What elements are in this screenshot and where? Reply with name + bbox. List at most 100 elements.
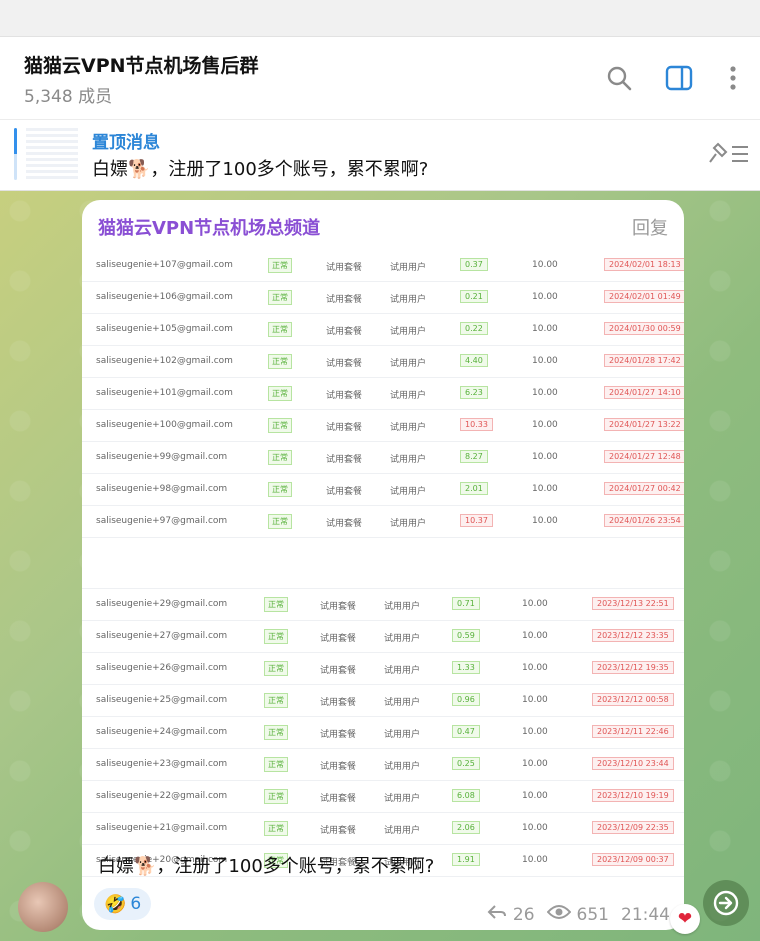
traffic-used: 6.08 [452, 789, 480, 802]
user-group: 试用用户 [390, 487, 427, 497]
status-badge: 正常 [268, 386, 292, 401]
sender-avatar[interactable] [18, 882, 68, 932]
traffic-quota: 10.00 [522, 631, 548, 641]
table-row: saliseugenie+101@gmail.com 正常 试用套餐 试用用户 6.23… [82, 378, 684, 410]
expiry-date: 2023/12/12 19:35 [592, 661, 674, 674]
expiry-date: 2024/01/27 00:42 [604, 482, 684, 495]
pinned-text: 白嫖🐕，注册了100多个账号，累不累啊? [92, 159, 429, 180]
expiry-date: 2024/02/01 01:49 [604, 290, 684, 303]
status-badge: 正常 [268, 258, 292, 273]
expiry-date: 2023/12/12 00:58 [592, 693, 674, 706]
message-meta: 26 651 21:44 [487, 904, 670, 925]
expiry-date: 2024/01/27 14:10 [604, 386, 684, 399]
chat-title[interactable]: 猫猫云VPN节点机场售后群 [24, 51, 259, 78]
user-group: 试用用户 [384, 634, 421, 644]
table-row: saliseugenie+29@gmail.com 正常 试用套餐 试用用户 0.71 1… [82, 589, 684, 621]
traffic-used: 0.96 [452, 693, 480, 706]
status-badge: 正常 [264, 693, 288, 708]
user-group: 试用用户 [384, 730, 421, 740]
expiry-date: 2023/12/11 22:46 [592, 725, 674, 738]
expiry-date: 2024/01/28 17:42 [604, 354, 684, 367]
chat-header[interactable]: 猫猫云VPN节点机场售后群 5,348 成员 [0, 37, 760, 120]
traffic-quota: 10.00 [532, 356, 558, 366]
traffic-used: 0.21 [460, 290, 488, 303]
plan-name: 试用套餐 [320, 730, 357, 740]
status-badge: 正常 [268, 482, 292, 497]
status-badge: 正常 [264, 597, 288, 612]
view-count: 651 [576, 904, 609, 925]
user-group: 试用用户 [390, 519, 427, 529]
expiry-date: 2023/12/09 00:37 [592, 853, 674, 866]
traffic-quota: 10.00 [532, 324, 558, 334]
traffic-used: 1.33 [452, 661, 480, 674]
traffic-quota: 10.00 [532, 260, 558, 270]
screenshot-image[interactable]: saliseugenie+107@gmail.com 正常 试用套餐 试用用户 0.37… [82, 250, 684, 877]
status-badge: 正常 [268, 418, 292, 433]
member-count: 5,348 成员 [24, 87, 113, 107]
plan-name: 试用套餐 [326, 455, 363, 465]
plan-name: 试用套餐 [326, 359, 363, 369]
heart-reaction-icon[interactable]: ❤ [670, 904, 700, 934]
account-email: saliseugenie+23@gmail.com [96, 759, 228, 769]
plan-name: 试用套餐 [320, 602, 357, 612]
traffic-quota: 10.00 [522, 663, 548, 673]
account-email: saliseugenie+25@gmail.com [96, 695, 228, 705]
user-group: 试用用户 [390, 423, 427, 433]
status-badge: 正常 [268, 354, 292, 369]
account-email: saliseugenie+21@gmail.com [96, 823, 228, 833]
reaction-count: 6 [130, 894, 142, 914]
plan-name: 试用套餐 [320, 826, 357, 836]
traffic-used: 8.27 [460, 450, 488, 463]
expiry-date: 2024/02/01 18:13 [604, 258, 684, 271]
plan-name: 试用套餐 [326, 423, 363, 433]
status-badge: 正常 [268, 450, 292, 465]
message-bubble[interactable]: 猫猫云VPN节点机场总频道 回复 saliseugenie+107@gmail.… [82, 200, 684, 930]
account-email: saliseugenie+24@gmail.com [96, 727, 228, 737]
account-email: saliseugenie+29@gmail.com [96, 599, 228, 609]
traffic-used: 0.25 [452, 757, 480, 770]
forward-arrow-icon[interactable] [703, 880, 749, 926]
traffic-used: 1.91 [452, 853, 480, 866]
user-group: 试用用户 [390, 391, 427, 401]
account-email: saliseugenie+100@gmail.com [96, 420, 233, 430]
expiry-date: 2024/01/27 13:22 [604, 418, 684, 431]
user-group: 试用用户 [384, 698, 421, 708]
plan-name: 试用套餐 [320, 762, 357, 772]
traffic-quota: 10.00 [532, 420, 558, 430]
pin-list-icon[interactable] [708, 140, 750, 172]
traffic-quota: 10.00 [522, 791, 548, 801]
table-row: saliseugenie+27@gmail.com 正常 试用套餐 试用用户 0.59 1… [82, 621, 684, 653]
plan-name: 试用套餐 [326, 519, 363, 529]
traffic-used: 4.40 [460, 354, 488, 367]
account-email: saliseugenie+97@gmail.com [96, 516, 228, 526]
status-badge: 正常 [264, 629, 288, 644]
expiry-date: 2023/12/10 19:19 [592, 789, 674, 802]
expiry-date: 2023/12/10 23:44 [592, 757, 674, 770]
account-email: saliseugenie+22@gmail.com [96, 791, 228, 801]
plan-name: 试用套餐 [326, 391, 363, 401]
forwarded-from-name[interactable]: 猫猫云VPN节点机场总频道 [98, 214, 320, 240]
table-row: saliseugenie+106@gmail.com 正常 试用套餐 试用用户 0.21… [82, 282, 684, 314]
reply-button[interactable]: 回复 [632, 214, 668, 240]
account-email: saliseugenie+106@gmail.com [96, 292, 233, 302]
table-row: saliseugenie+107@gmail.com 正常 试用套餐 试用用户 0.37… [82, 250, 684, 282]
traffic-quota: 10.00 [532, 484, 558, 494]
message-caption: 白嫖🐕，注册了100多个账号，累不累啊? [98, 856, 435, 877]
pinned-indicator [14, 128, 17, 180]
account-email: saliseugenie+26@gmail.com [96, 663, 228, 673]
traffic-used: 0.37 [460, 258, 488, 271]
search-icon[interactable] [602, 61, 636, 95]
reaction-chip[interactable]: 🤣 6 [94, 888, 152, 920]
traffic-quota: 10.00 [522, 823, 548, 833]
pinned-message-bar[interactable]: 置顶消息 白嫖🐕，注册了100多个账号，累不累啊? [0, 120, 760, 191]
user-group: 试用用户 [384, 794, 421, 804]
more-vertical-icon[interactable] [716, 61, 750, 95]
traffic-quota: 10.00 [532, 292, 558, 302]
table-row: saliseugenie+98@gmail.com 正常 试用套餐 试用用户 2.01 1… [82, 474, 684, 506]
traffic-used: 0.22 [460, 322, 488, 335]
message-time: 21:44 [621, 904, 670, 925]
user-group: 试用用户 [390, 455, 427, 465]
sidebar-toggle-icon[interactable] [662, 61, 696, 95]
account-email: saliseugenie+101@gmail.com [96, 388, 233, 398]
pinned-thumbnail [26, 128, 78, 180]
